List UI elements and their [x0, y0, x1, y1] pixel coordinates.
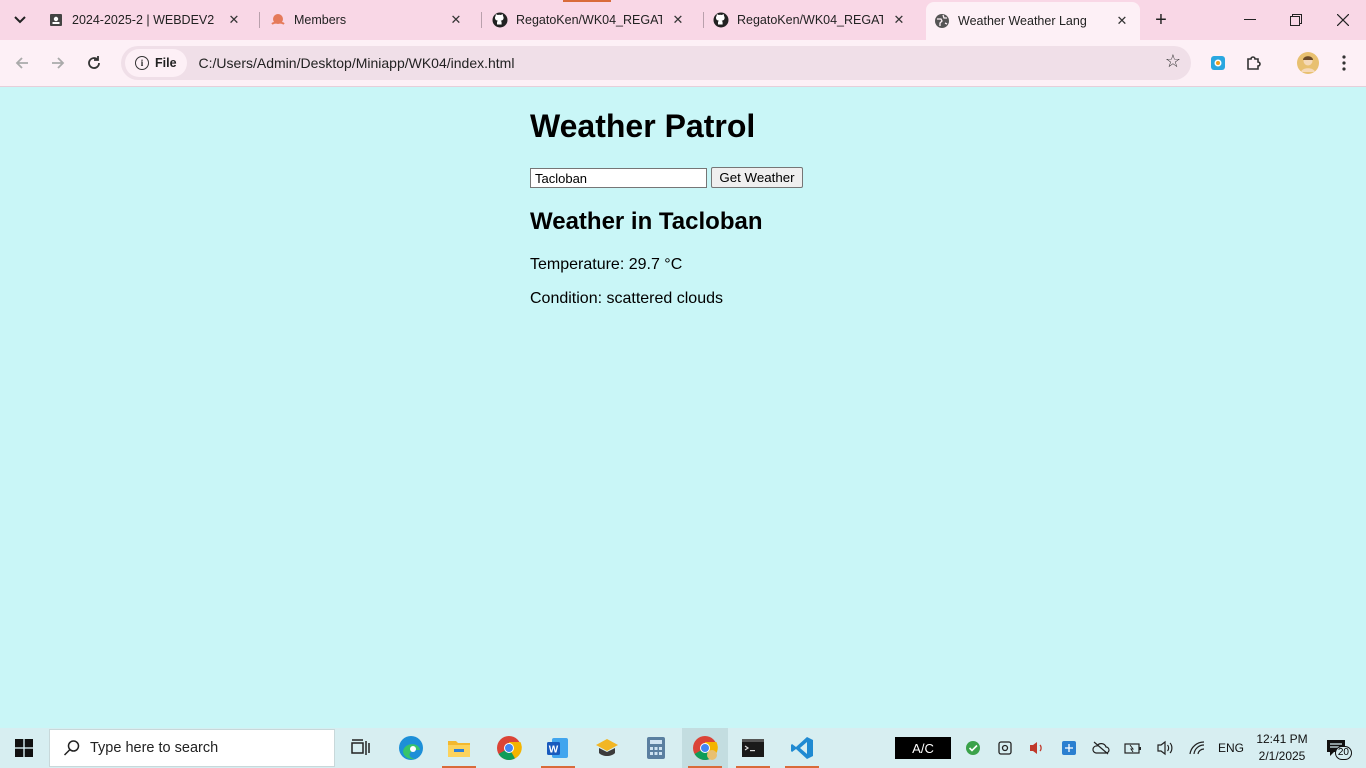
- forward-arrow-icon: [52, 57, 65, 69]
- tab-members[interactable]: Members ✕: [262, 0, 474, 40]
- back-button[interactable]: [7, 48, 37, 78]
- temperature-text: Temperature: 29.7 °C: [530, 256, 683, 273]
- globe-icon: [934, 13, 950, 29]
- onedrive-off-icon[interactable]: [1090, 728, 1112, 768]
- close-icon[interactable]: ✕: [224, 10, 244, 30]
- learning-app-icon[interactable]: [584, 728, 630, 768]
- notification-center-button[interactable]: 20: [1320, 736, 1352, 760]
- word-icon[interactable]: W: [535, 728, 581, 768]
- result-heading: Weather in Tacloban: [530, 208, 763, 235]
- bookmark-star-icon[interactable]: ☆: [1165, 51, 1181, 72]
- plus-icon: +: [1155, 8, 1167, 31]
- url-text[interactable]: C:/Users/Admin/Desktop/Miniapp/WK04/inde…: [199, 55, 515, 71]
- search-icon: [62, 738, 82, 758]
- menu-kebab-icon[interactable]: [1331, 50, 1357, 76]
- profile-avatar[interactable]: [1295, 50, 1321, 76]
- terminal-icon[interactable]: [730, 728, 776, 768]
- close-icon[interactable]: ✕: [1112, 11, 1132, 31]
- close-icon[interactable]: ✕: [889, 10, 909, 30]
- tab-title: Weather Weather Lang: [958, 14, 1087, 28]
- get-weather-button[interactable]: Get Weather: [711, 167, 803, 188]
- clock-time: 12:41 PM: [1256, 732, 1308, 746]
- tab-title: Members: [294, 13, 347, 27]
- page-title: Weather Patrol: [530, 108, 756, 144]
- speaker-alert-icon[interactable]: [1026, 728, 1048, 768]
- battery-icon[interactable]: [1122, 728, 1144, 768]
- close-window-button[interactable]: [1320, 0, 1366, 40]
- page-viewport: Weather Patrol Get Weather Weather in Ta…: [0, 88, 1366, 728]
- tab-title: RegatoKen/WK04_REGATO-I: [737, 13, 883, 27]
- forward-button[interactable]: [43, 48, 73, 78]
- minimize-button[interactable]: [1227, 0, 1273, 40]
- github-icon: [713, 12, 729, 28]
- search-placeholder: Type here to search: [90, 740, 219, 756]
- tab-strip: 2024-2025-2 | WEBDEV2 BSI ✕ Members ✕ Re…: [0, 0, 1366, 40]
- windows-taskbar: Type here to search W A/C ENG 12:41 PM 2…: [0, 728, 1366, 768]
- back-arrow-icon: [15, 57, 28, 69]
- notification-count: 20: [1334, 746, 1352, 760]
- chevron-down-icon: [14, 16, 26, 24]
- site-info-chip[interactable]: i File: [125, 49, 187, 77]
- calculator-icon[interactable]: [633, 728, 679, 768]
- chrome-icon[interactable]: [486, 728, 532, 768]
- close-icon: [1337, 14, 1349, 26]
- info-icon: i: [135, 56, 149, 70]
- minimize-icon: [1244, 19, 1256, 20]
- taskbar-clock[interactable]: 12:41 PM 2/1/2025: [1254, 731, 1310, 765]
- file-explorer-icon[interactable]: [436, 728, 482, 768]
- close-icon[interactable]: ✕: [446, 10, 466, 30]
- address-bar[interactable]: i File C:/Users/Admin/Desktop/Miniapp/WK…: [121, 46, 1191, 80]
- tab-separator: [259, 12, 260, 28]
- restore-icon: [1290, 14, 1302, 26]
- tab-title: 2024-2025-2 | WEBDEV2 BSI: [72, 13, 218, 27]
- restore-button[interactable]: [1273, 0, 1319, 40]
- tab-separator: [481, 12, 482, 28]
- tab-title: RegatoKen/WK04_REGATO-I: [516, 13, 662, 27]
- vscode-icon[interactable]: [779, 728, 825, 768]
- task-view-icon[interactable]: [337, 728, 383, 768]
- close-icon[interactable]: ✕: [668, 10, 688, 30]
- extension-app-icon[interactable]: [1205, 50, 1231, 76]
- members-icon: [270, 12, 286, 28]
- volume-icon[interactable]: [1154, 728, 1176, 768]
- taskbar-search-box[interactable]: Type here to search: [49, 729, 335, 767]
- chrome-profile-icon[interactable]: [682, 728, 728, 768]
- tab-github-2[interactable]: RegatoKen/WK04_REGATO-I ✕: [705, 0, 917, 40]
- tab-search-button[interactable]: [6, 7, 34, 33]
- new-tab-button[interactable]: +: [1148, 7, 1174, 33]
- extensions-puzzle-icon[interactable]: [1241, 50, 1267, 76]
- tab-weather-active[interactable]: Weather Weather Lang ✕: [926, 2, 1140, 40]
- clock-date: 2/1/2025: [1258, 749, 1306, 763]
- tab-separator: [703, 12, 704, 28]
- ac-indicator[interactable]: A/C: [895, 737, 951, 759]
- github-icon: [492, 12, 508, 28]
- condition-text: Condition: scattered clouds: [530, 290, 723, 307]
- edge-browser-icon[interactable]: [388, 728, 434, 768]
- tab-github-1[interactable]: RegatoKen/WK04_REGATO-I ✕: [484, 0, 696, 40]
- site-info-label: File: [155, 56, 177, 70]
- camera-app-icon[interactable]: [994, 728, 1016, 768]
- windows-logo-icon: [15, 739, 33, 757]
- network-app-icon[interactable]: [1058, 728, 1080, 768]
- svg-text:W: W: [549, 745, 559, 756]
- shield-check-icon[interactable]: [962, 728, 984, 768]
- classroom-icon: [48, 12, 64, 28]
- city-input[interactable]: [530, 168, 707, 188]
- wifi-icon[interactable]: [1186, 728, 1208, 768]
- language-indicator[interactable]: ENG: [1215, 728, 1247, 768]
- tab-webdev2[interactable]: 2024-2025-2 | WEBDEV2 BSI ✕: [40, 0, 252, 40]
- reload-button[interactable]: [79, 48, 109, 78]
- browser-toolbar: i File C:/Users/Admin/Desktop/Miniapp/WK…: [0, 40, 1366, 87]
- start-button[interactable]: [0, 728, 48, 768]
- reload-icon: [88, 56, 100, 69]
